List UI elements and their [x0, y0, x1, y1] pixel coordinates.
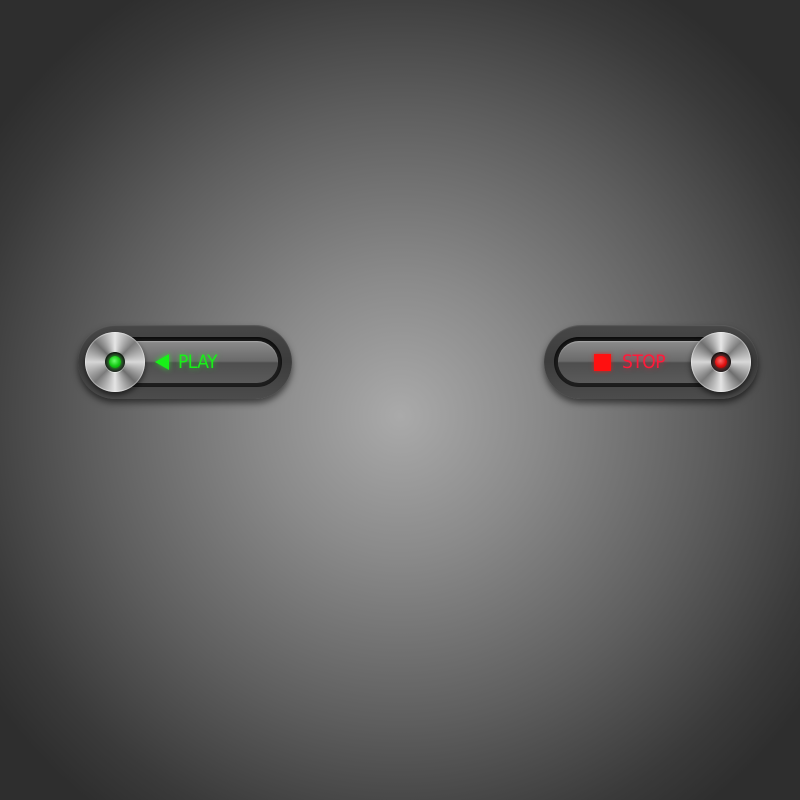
stop-toggle-switch[interactable]: STOP [544, 325, 758, 399]
play-label: PLAY [178, 351, 217, 373]
play-toggle-switch[interactable]: PLAY [78, 325, 292, 399]
stop-knob[interactable] [691, 332, 751, 392]
play-led-ring [105, 352, 125, 372]
play-triangle-icon [155, 354, 169, 370]
stop-led-ring [711, 352, 731, 372]
stop-square-icon [594, 354, 611, 371]
play-knob[interactable] [85, 332, 145, 392]
stop-label: STOP [622, 351, 666, 373]
red-led-icon [715, 356, 727, 368]
green-led-icon [109, 356, 121, 368]
